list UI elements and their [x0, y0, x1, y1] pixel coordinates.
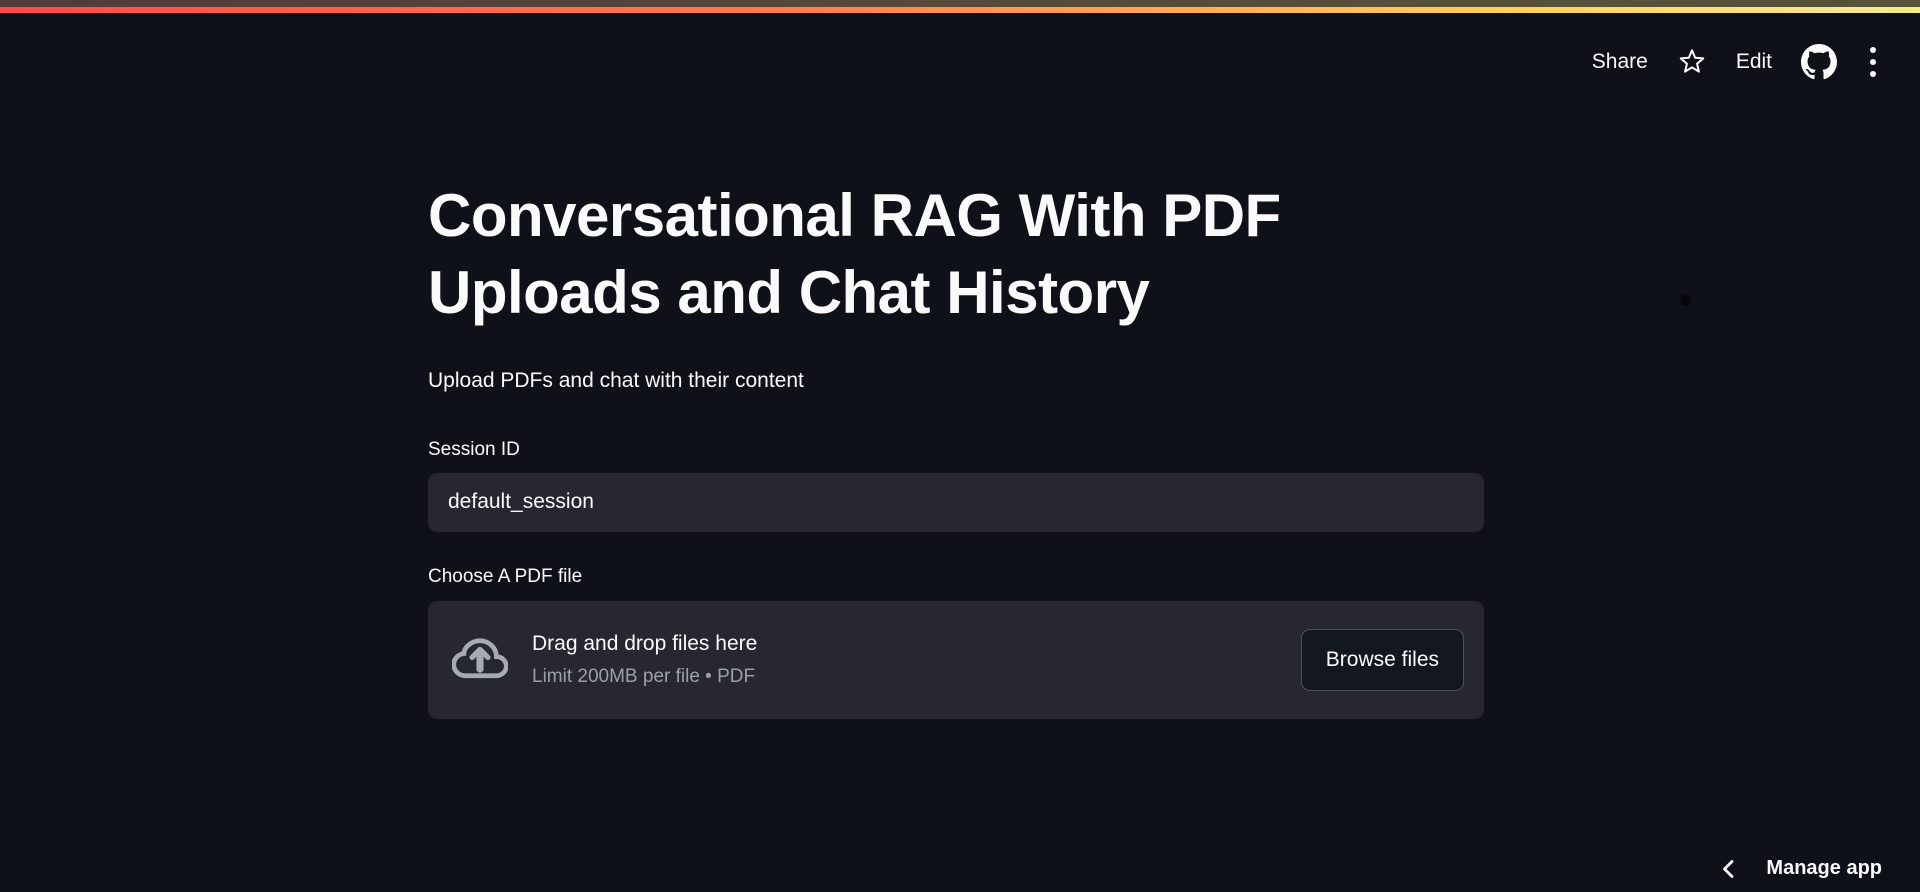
overflow-menu-icon[interactable] [1866, 45, 1880, 79]
page-subtitle: Upload PDFs and chat with their content [428, 368, 804, 392]
star-icon[interactable] [1677, 47, 1707, 77]
dropzone-limit-hint: Limit 200MB per file • PDF [532, 666, 756, 688]
cursor-dot [1680, 295, 1691, 306]
file-dropzone[interactable]: Drag and drop files here Limit 200MB per… [428, 600, 1484, 719]
manage-app-label[interactable]: Manage app [1766, 857, 1882, 880]
share-button[interactable]: Share [1592, 48, 1648, 76]
manage-app-bar[interactable]: Manage app [1718, 857, 1882, 880]
cloud-upload-icon [452, 632, 508, 688]
edit-button[interactable]: Edit [1736, 48, 1772, 76]
dropzone-instructions: Drag and drop files here Limit 200MB per… [532, 631, 757, 688]
session-id-input[interactable] [428, 472, 1484, 532]
header-toolbar: Share Edit [1592, 44, 1880, 80]
chevron-left-icon[interactable] [1718, 858, 1740, 880]
page-title: Conversational RAG With PDF Uploads and … [428, 182, 1281, 326]
file-uploader-label: Choose A PDF file [428, 565, 583, 587]
session-id-label: Session ID [428, 438, 520, 460]
github-icon[interactable] [1801, 44, 1837, 80]
dropzone-title: Drag and drop files here [532, 632, 758, 656]
browse-files-button[interactable]: Browse files [1300, 628, 1464, 691]
main-content: Conversational RAG With PDF Uploads and … [428, 0, 1484, 719]
